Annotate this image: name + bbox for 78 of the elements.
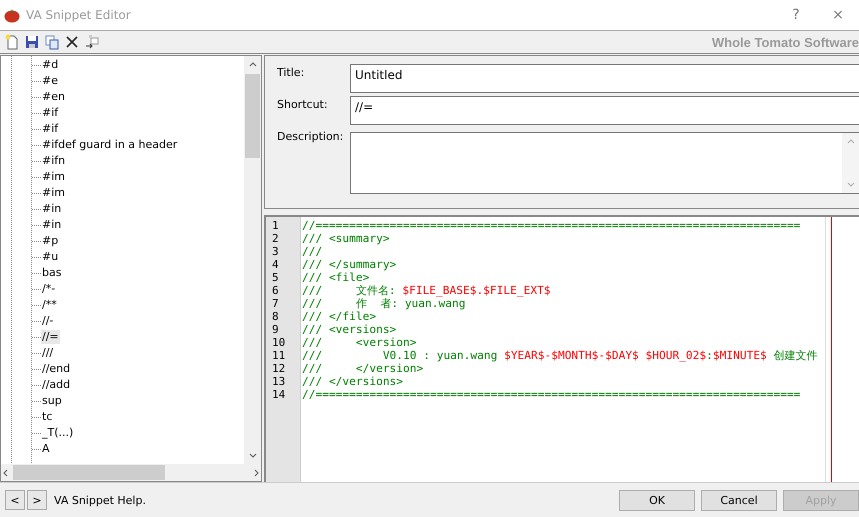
help-button[interactable]: ? bbox=[775, 1, 817, 29]
line-number: 9 bbox=[271, 323, 280, 336]
forward-button[interactable]: > bbox=[27, 490, 47, 510]
tree-item[interactable]: #im bbox=[41, 170, 66, 184]
tree-item[interactable]: A bbox=[41, 442, 51, 456]
tree-item[interactable]: _T(...) bbox=[41, 426, 74, 440]
tree-item[interactable]: //= bbox=[41, 330, 60, 344]
tree-item[interactable]: #im bbox=[41, 186, 66, 200]
window-title: VA Snippet Editor bbox=[26, 8, 131, 22]
code-line: /// </versions> bbox=[302, 375, 404, 388]
tree-item[interactable]: #u bbox=[41, 250, 60, 264]
tree-item[interactable]: sup bbox=[41, 394, 63, 408]
code-line: /// <file> bbox=[302, 271, 370, 284]
code-line: /// <versions> bbox=[302, 323, 398, 336]
line-number: 4 bbox=[271, 258, 280, 271]
input-field[interactable]: Untitled bbox=[350, 64, 859, 93]
line-number: 12 bbox=[271, 362, 286, 375]
line-number: 2 bbox=[271, 232, 280, 245]
tree-item[interactable]: #in bbox=[41, 202, 62, 216]
line-number: 14 bbox=[271, 388, 286, 401]
delete-icon[interactable] bbox=[64, 34, 80, 50]
line-number: 7 bbox=[271, 297, 280, 310]
line-number: 10 bbox=[271, 336, 286, 349]
close-button[interactable]: × bbox=[817, 1, 859, 29]
tree-item[interactable]: /// bbox=[41, 346, 54, 360]
tree-item[interactable]: #d bbox=[41, 58, 60, 72]
field-label: Description: bbox=[277, 129, 344, 143]
tree-item[interactable]: //add bbox=[41, 378, 72, 392]
tree-item[interactable]: #e bbox=[41, 74, 59, 88]
brand-label: Whole Tomato Software bbox=[712, 34, 859, 50]
tree-item[interactable]: #if bbox=[41, 106, 60, 120]
line-number: 5 bbox=[271, 271, 280, 284]
tree-item[interactable]: #if bbox=[41, 122, 60, 136]
tree-item[interactable]: #in bbox=[41, 218, 62, 232]
tree-item[interactable]: /*- bbox=[41, 282, 56, 296]
dialog-button[interactable]: OK bbox=[619, 490, 695, 510]
code-line: /// </version> bbox=[302, 362, 424, 375]
line-number: 8 bbox=[271, 310, 280, 323]
scroll-thumb[interactable] bbox=[13, 465, 165, 480]
code-line: /// 作 者: yuan.wang bbox=[302, 297, 466, 310]
code-line: //======================================================================== bbox=[302, 219, 802, 232]
tree-item[interactable]: //- bbox=[41, 314, 54, 328]
input-field[interactable]: //= bbox=[350, 96, 859, 125]
tree-item[interactable]: tc bbox=[41, 410, 54, 424]
line-number: 3 bbox=[271, 245, 280, 258]
new-file-icon[interactable] bbox=[4, 34, 20, 50]
import-icon[interactable] bbox=[84, 34, 100, 50]
code-line: /// <version> bbox=[302, 336, 418, 349]
code-editor[interactable] bbox=[264, 215, 859, 482]
line-number: 11 bbox=[271, 349, 286, 362]
line-number: 6 bbox=[271, 284, 280, 297]
code-line: /// </file> bbox=[302, 310, 378, 323]
scroll-thumb[interactable] bbox=[245, 74, 260, 158]
copy-icon[interactable] bbox=[44, 34, 60, 50]
tree-item[interactable]: #ifdef guard in a header bbox=[41, 138, 178, 152]
line-number: 13 bbox=[271, 375, 286, 388]
tree-item[interactable]: #ifn bbox=[41, 154, 66, 168]
tree-item[interactable]: //end bbox=[41, 362, 72, 376]
dialog-button[interactable]: Cancel bbox=[701, 490, 777, 510]
back-button[interactable]: < bbox=[5, 490, 25, 510]
help-text: VA Snippet Help. bbox=[54, 494, 146, 506]
tree-item[interactable]: bas bbox=[41, 266, 62, 280]
code-line: /// <summary> bbox=[302, 232, 391, 245]
horizontal-scrollbar[interactable] bbox=[1, 464, 261, 481]
tree-item[interactable]: #p bbox=[41, 234, 60, 248]
code-line: /// 文件名: $FILE_BASE$.$FILE_EXT$ bbox=[302, 284, 552, 297]
field-label: Shortcut: bbox=[277, 97, 329, 111]
code-line: /// </summary> bbox=[302, 258, 398, 271]
code-line: /// V0.10 : yuan.wang $YEAR$-$MONTH$-$DAY$ $HOUR_02$:$MINUTE$ 创建文件 bbox=[302, 349, 819, 362]
tree-item[interactable]: #en bbox=[41, 90, 66, 104]
field-label: Title: bbox=[277, 65, 306, 79]
tomato-icon bbox=[4, 7, 20, 23]
vertical-scrollbar[interactable] bbox=[244, 56, 261, 464]
code-line: /// bbox=[302, 245, 324, 258]
save-icon[interactable] bbox=[24, 34, 40, 50]
tree-item[interactable]: /** bbox=[41, 298, 58, 312]
code-line: //======================================================================== bbox=[302, 388, 802, 401]
line-number: 1 bbox=[271, 219, 280, 232]
